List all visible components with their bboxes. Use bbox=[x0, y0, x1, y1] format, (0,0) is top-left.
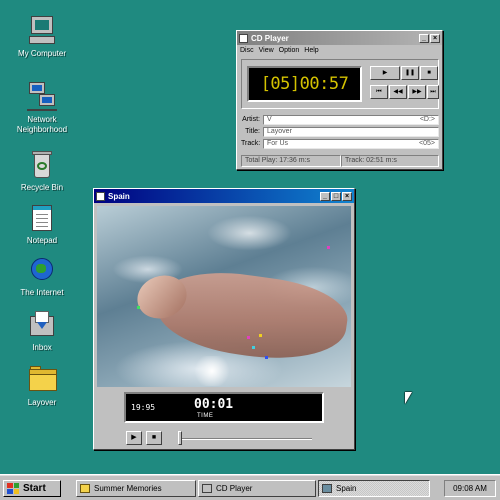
next-track-button[interactable]: ⏭ bbox=[427, 85, 439, 99]
close-button[interactable]: × bbox=[430, 33, 440, 43]
desktop-icon-label: My Computer bbox=[17, 49, 66, 58]
cd-icon bbox=[239, 33, 248, 43]
cd-menubar: Disc View Option Help bbox=[237, 45, 442, 55]
window-title: CD Player bbox=[251, 33, 289, 43]
task-label: Spain bbox=[336, 484, 357, 493]
desktop-icon-label: Notepad bbox=[26, 236, 58, 245]
desktop-icon-label: Recycle Bin bbox=[20, 183, 64, 192]
start-button[interactable]: Start bbox=[3, 480, 61, 497]
network-neighborhood-desktop-icon[interactable]: Network Neighborhood bbox=[8, 82, 76, 135]
desktop-icon-label: The Internet bbox=[20, 288, 64, 297]
taskbar: Start Summer Memories CD Player Spain 09… bbox=[0, 474, 500, 500]
track-value: For Us bbox=[267, 139, 288, 147]
pause-button[interactable]: ❚❚ bbox=[401, 66, 419, 80]
glitch-pixel bbox=[259, 334, 262, 337]
desktop: My Computer Network Neighborhood Recycle… bbox=[0, 0, 500, 474]
globe-icon bbox=[27, 255, 57, 285]
menu-view[interactable]: View bbox=[259, 47, 274, 54]
notepad-icon bbox=[27, 203, 57, 233]
menu-option[interactable]: Option bbox=[279, 47, 300, 54]
total-play-status: Total Play: 17:36 m:s bbox=[241, 155, 341, 167]
previous-track-button[interactable]: ⏮ bbox=[370, 85, 388, 99]
task-label: CD Player bbox=[216, 484, 253, 493]
desktop-icon-label: Inbox bbox=[32, 343, 52, 352]
glitch-pixel bbox=[137, 306, 140, 309]
recycle-bin-icon bbox=[27, 150, 57, 180]
seek-track[interactable] bbox=[182, 438, 312, 440]
windows-logo-icon bbox=[7, 483, 19, 494]
inbox-desktop-icon[interactable]: Inbox bbox=[8, 310, 76, 353]
media-icon bbox=[96, 191, 105, 201]
media-display: 19:95 00:01 TIME bbox=[124, 392, 324, 423]
minimize-button[interactable]: _ bbox=[419, 33, 429, 43]
inbox-icon bbox=[27, 310, 57, 340]
my-computer-desktop-icon[interactable]: My Computer bbox=[8, 16, 76, 59]
cd-player-window: CD Player _ × Disc View Option Help [05]… bbox=[236, 30, 443, 170]
spain-media-window: Spain _ □ × 19:95 00:01 TIME ▶ ■ bbox=[93, 188, 355, 450]
drive-value: <D:> bbox=[419, 115, 435, 123]
cd-icon bbox=[202, 484, 212, 493]
minimize-button[interactable]: _ bbox=[320, 191, 330, 201]
maximize-button[interactable]: □ bbox=[331, 191, 341, 201]
start-label: Start bbox=[23, 483, 46, 494]
media-icon bbox=[322, 484, 332, 493]
rewind-button[interactable]: ◀◀ bbox=[389, 85, 407, 99]
fast-forward-button[interactable]: ▶▶ bbox=[408, 85, 426, 99]
glitch-pixel bbox=[327, 246, 330, 249]
menu-help[interactable]: Help bbox=[304, 47, 318, 54]
taskbar-item-summer-memories[interactable]: Summer Memories bbox=[76, 480, 196, 497]
cd-time-display: [05]00:57 bbox=[247, 66, 362, 102]
desktop-icon-label: Network Neighborhood bbox=[16, 115, 68, 134]
taskbar-item-cd-player[interactable]: CD Player bbox=[198, 480, 316, 497]
computer-icon bbox=[27, 16, 57, 46]
window-title: Spain bbox=[108, 191, 130, 201]
menu-disc[interactable]: Disc bbox=[240, 47, 254, 54]
light-flare bbox=[192, 356, 232, 386]
artist-value: V bbox=[267, 115, 272, 123]
folder-icon bbox=[27, 365, 57, 395]
glitch-pixel bbox=[247, 336, 250, 339]
close-button[interactable]: × bbox=[342, 191, 352, 201]
time-readout: 00:01 bbox=[194, 397, 234, 412]
track-field[interactable]: For Us <05> bbox=[263, 138, 439, 149]
artist-field[interactable]: V <D:> bbox=[263, 114, 439, 125]
cd-control-panel: [05]00:57 ▶ ❚❚ ■ ⏮ ◀◀ ▶▶ ⏭ bbox=[241, 59, 439, 109]
system-clock[interactable]: 09:08 AM bbox=[444, 480, 496, 497]
network-icon bbox=[27, 82, 57, 112]
glitch-pixel bbox=[265, 356, 268, 359]
folder-icon bbox=[80, 484, 90, 493]
cd-status-bar: Total Play: 17:36 m:s Track: 02:51 m:s bbox=[241, 155, 439, 167]
mouse-pointer-icon bbox=[405, 392, 412, 404]
desktop-icon-label: Layover bbox=[27, 398, 57, 407]
play-button[interactable]: ▶ bbox=[370, 66, 400, 80]
title-field[interactable]: Layover bbox=[263, 126, 439, 137]
notepad-desktop-icon[interactable]: Notepad bbox=[8, 203, 76, 246]
layover-folder-desktop-icon[interactable]: Layover bbox=[8, 365, 76, 408]
video-frame bbox=[97, 206, 351, 387]
the-internet-desktop-icon[interactable]: The Internet bbox=[8, 255, 76, 298]
track-label: Track: bbox=[241, 140, 261, 147]
time-label: TIME bbox=[197, 413, 214, 419]
title-value: Layover bbox=[267, 127, 292, 135]
spain-titlebar[interactable]: Spain _ □ × bbox=[94, 189, 354, 203]
play-button[interactable]: ▶ bbox=[126, 431, 142, 445]
position-readout: 19:95 bbox=[131, 403, 156, 412]
cd-info-fields: Artist: V <D:> Title: Layover Track: For… bbox=[241, 114, 439, 150]
track-time-status: Track: 02:51 m:s bbox=[341, 155, 439, 167]
artist-label: Artist: bbox=[242, 116, 260, 123]
cd-player-titlebar[interactable]: CD Player _ × bbox=[237, 31, 442, 45]
glitch-pixel bbox=[252, 346, 255, 349]
recycle-bin-desktop-icon[interactable]: Recycle Bin bbox=[8, 150, 76, 193]
seek-slider-thumb[interactable] bbox=[178, 431, 182, 445]
stop-button[interactable]: ■ bbox=[420, 66, 438, 80]
track-number: <05> bbox=[419, 139, 435, 147]
title-label: Title: bbox=[245, 128, 260, 135]
taskbar-item-spain[interactable]: Spain bbox=[318, 480, 430, 497]
task-label: Summer Memories bbox=[94, 484, 162, 493]
stop-button[interactable]: ■ bbox=[146, 431, 162, 445]
